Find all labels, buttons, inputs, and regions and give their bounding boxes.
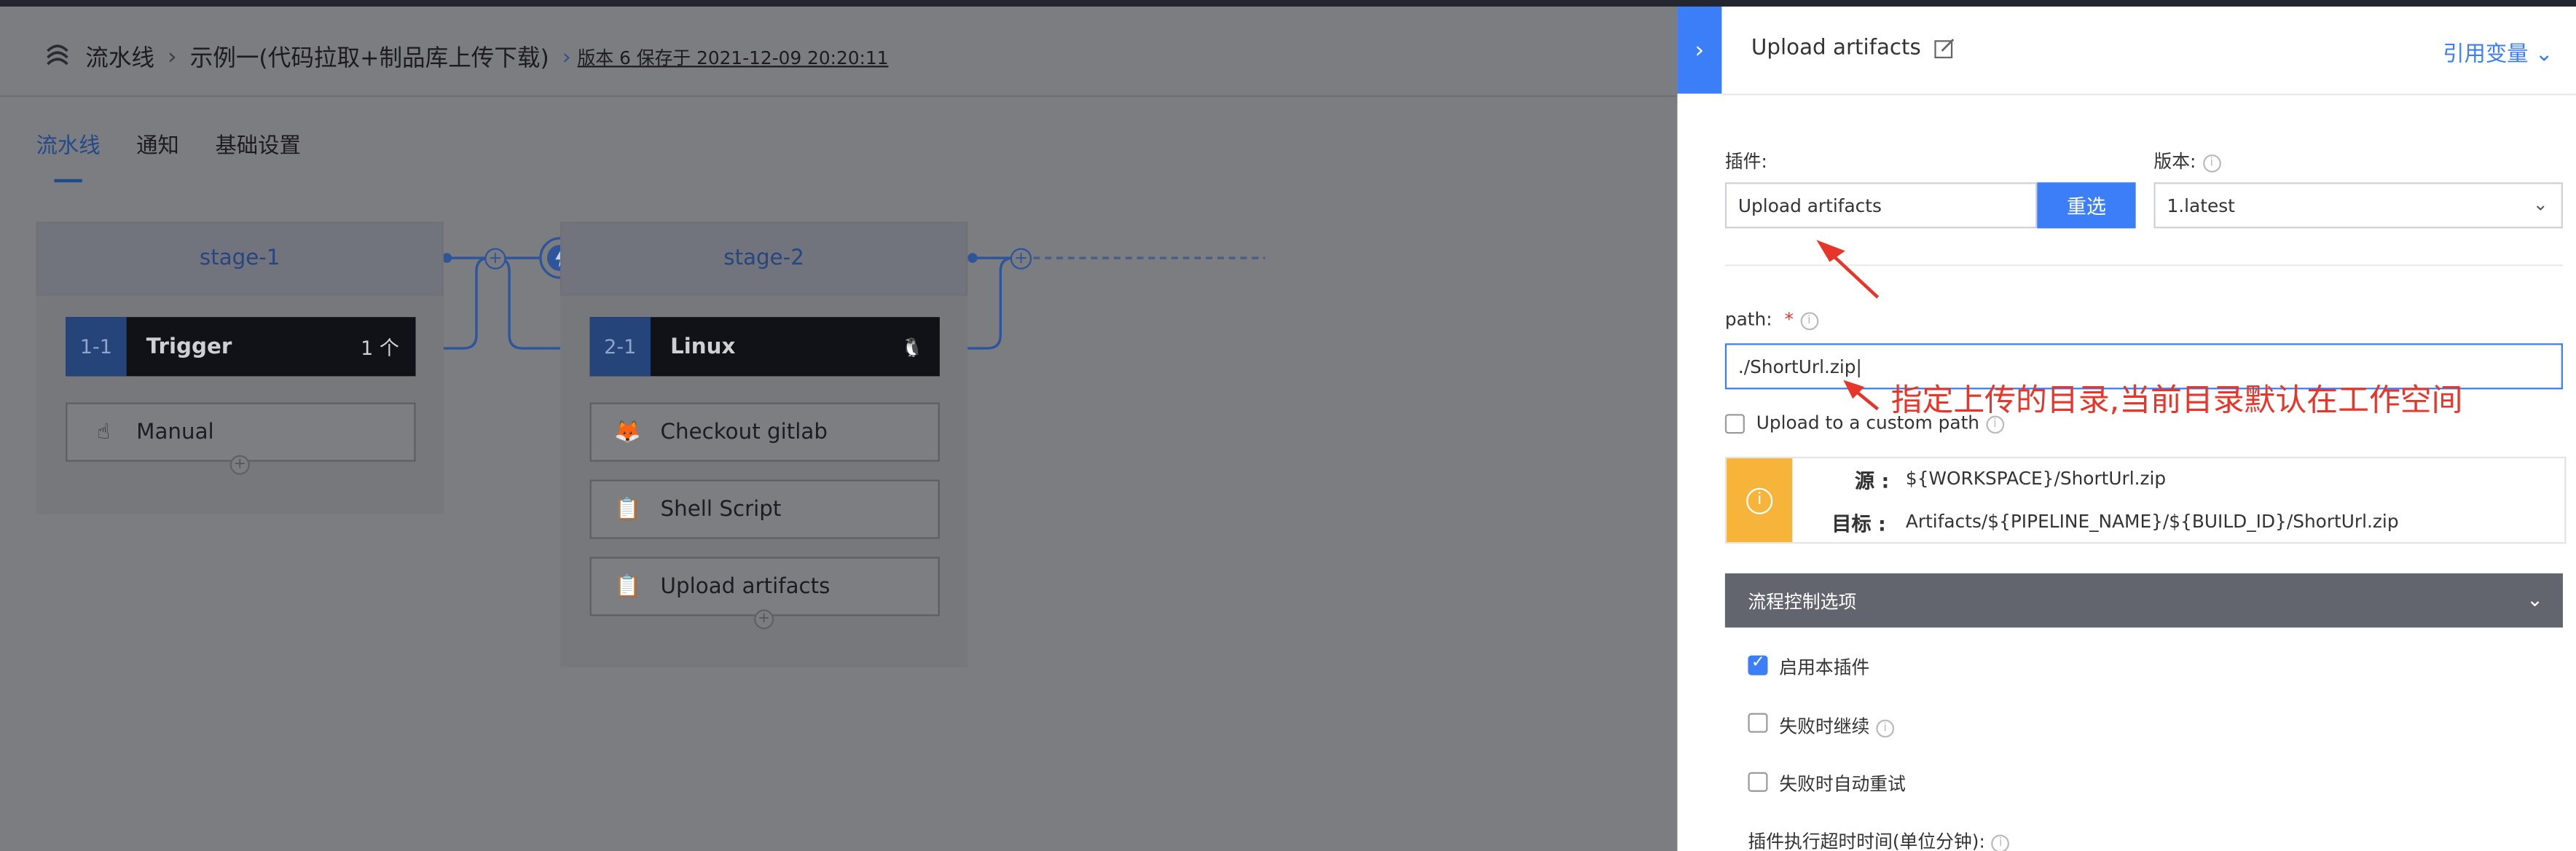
info-icon[interactable]: i (1799, 311, 1818, 330)
hand-icon: ☝ (97, 420, 110, 444)
path-label: path: * i (1725, 309, 1818, 330)
continue-on-fail-text: 失败时继续 (1779, 716, 1870, 738)
task-label: Checkout gitlab (660, 420, 828, 444)
add-stage-icon[interactable]: + (1010, 248, 1032, 270)
reference-variable-button[interactable]: 引用变量 ⌄ (2443, 36, 2553, 68)
target-key: 目标 : (1831, 512, 1886, 536)
job-count: 1 个 (361, 336, 399, 359)
collapse-panel-button[interactable]: › (1677, 7, 1722, 94)
add-task-icon[interactable]: + (754, 609, 774, 630)
auto-retry-checkbox[interactable] (1748, 772, 1768, 792)
chevron-down-icon: ⌄ (2532, 194, 2548, 216)
version-label-text: 版本: (2153, 151, 2196, 173)
add-stage-icon[interactable]: + (484, 248, 506, 270)
annotation-text: 指定上传的目录,当前目录默认在工作空间 (1890, 383, 2463, 419)
job-id: 1-1 (66, 317, 127, 377)
job-name: Trigger (146, 334, 232, 359)
task-label: Manual (136, 420, 214, 444)
stage-title: stage-2 (723, 246, 804, 272)
info-icon[interactable]: i (1876, 718, 1895, 737)
timeout-label: 插件执行超时时间(单位分钟): i (1748, 828, 2010, 851)
version-label: 版本: i (2153, 148, 2221, 174)
job-name: Linux (670, 334, 736, 359)
flow-control-title: 流程控制选项 (1748, 590, 1857, 612)
job-header[interactable]: 2-1 Linux 🐧 (589, 317, 940, 377)
plugin-value: Upload artifacts (1737, 195, 1882, 216)
custom-path-checkbox[interactable] (1724, 414, 1745, 434)
reselect-button[interactable]: 重选 (2037, 182, 2136, 229)
task-label: Shell Script (660, 497, 782, 522)
flow-control-accordion[interactable]: 流程控制选项 ⌄ (1724, 573, 2563, 628)
continue-on-fail-checkbox[interactable] (1748, 713, 1768, 733)
panel-header-divider (1721, 93, 2576, 95)
gitlab-icon: 🦊 (614, 420, 641, 444)
plugin-label: 插件: (1724, 151, 1767, 173)
clipboard-icon: 📋 (614, 574, 641, 599)
path-value: ./ShortUrl.zip (1737, 356, 1856, 377)
source-key: 源 : (1855, 469, 1890, 493)
task-upload-artifacts[interactable]: 📋 Upload artifacts (589, 557, 940, 616)
chevron-down-icon: ⌄ (2526, 588, 2543, 611)
version-select[interactable]: 1.latest ⌄ (2153, 182, 2563, 229)
panel-title: Upload artifacts (1751, 36, 1955, 61)
section-divider (1724, 264, 2563, 267)
stage-header[interactable]: stage-2 (559, 221, 968, 296)
info-icon[interactable]: i (1991, 834, 2010, 851)
auto-retry-label: 失败时自动重试 (1779, 774, 1906, 796)
enable-plugin-label: 启用本插件 (1779, 656, 1870, 679)
version-value: 1.latest (2167, 195, 2235, 216)
task-label: Upload artifacts (660, 574, 830, 599)
source-value: ${WORKSPACE}/ShortUrl.zip (1905, 468, 2167, 490)
target-value: Artifacts/${PIPELINE_NAME}/${BUILD_ID}/S… (1905, 511, 2399, 533)
panel-title-text: Upload artifacts (1751, 36, 1921, 61)
job-id: 2-1 (589, 317, 651, 377)
enable-plugin-checkbox[interactable] (1748, 654, 1768, 675)
plugin-config-panel: › Upload artifacts 引用变量 ⌄ 插件: Upload art… (1677, 7, 2576, 851)
info-icon: i (1746, 487, 1773, 514)
info-bar: i (1727, 458, 1793, 543)
continue-on-fail-label: 失败时继续 i (1779, 713, 1895, 740)
pipeline-editor: 流水线 › 示例一(代码拉取+制品库上传下载) › 版本 6 保存于 2021-… (0, 7, 1678, 851)
task-manual[interactable]: ☝ Manual (66, 402, 416, 462)
timeout-label-text: 插件执行超时时间(单位分钟): (1748, 831, 1985, 851)
text-cursor: | (1856, 356, 1862, 377)
linux-icon: 🐧 (900, 336, 924, 358)
required-marker: * (1784, 308, 1794, 331)
path-label-text: path: (1724, 308, 1772, 331)
info-icon[interactable]: i (2202, 153, 2221, 172)
reference-variable-label: 引用变量 (2443, 42, 2529, 68)
edit-icon[interactable] (1934, 38, 1955, 59)
task-checkout-gitlab[interactable]: 🦊 Checkout gitlab (589, 402, 940, 462)
job-header[interactable]: 1-1 Trigger 1 个 (66, 317, 416, 377)
stage-title: stage-1 (199, 246, 280, 272)
task-shell-script[interactable]: 📋 Shell Script (589, 479, 940, 539)
chevron-right-icon: › (1695, 36, 1705, 63)
top-strip (0, 0, 2576, 7)
plugin-field[interactable]: Upload artifacts (1724, 182, 2038, 229)
clipboard-icon: 📋 (614, 497, 641, 522)
add-task-icon[interactable]: + (229, 455, 250, 475)
chevron-down-icon: ⌄ (2534, 42, 2553, 68)
upload-summary-box: i 源 : ${WORKSPACE}/ShortUrl.zip 目标 : Art… (1724, 456, 2567, 544)
stage-header[interactable]: stage-1 (36, 221, 444, 296)
